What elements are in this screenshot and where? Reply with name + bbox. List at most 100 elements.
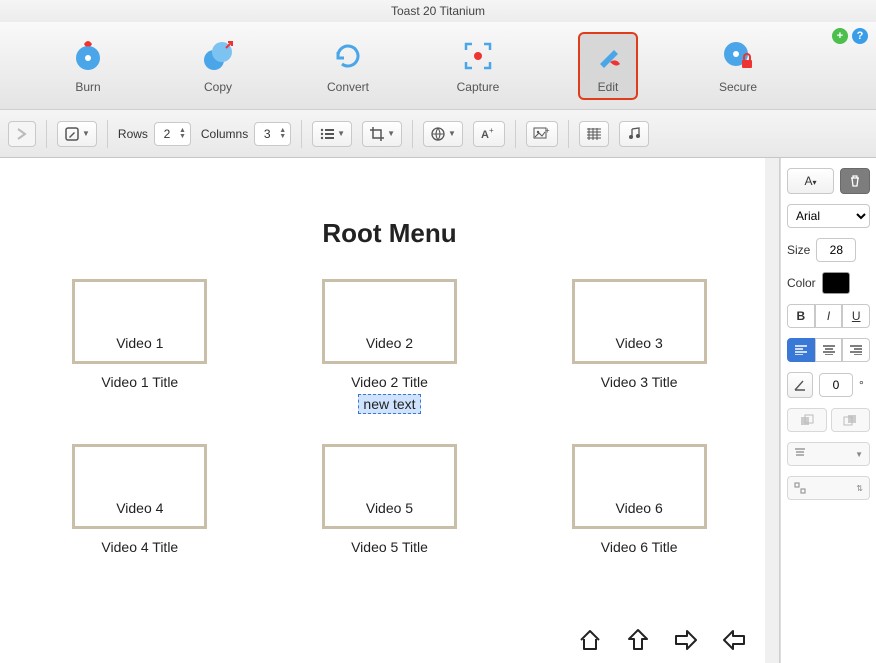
align-left-button[interactable] <box>787 338 815 362</box>
columns-control: Columns 3 ▲▼ <box>201 122 291 146</box>
add-text-button[interactable]: A+ <box>473 121 505 147</box>
main-toolbar: Burn Copy Convert Capture Edit Secure + … <box>0 22 876 110</box>
chevron-down-icon: ▼ <box>337 129 345 138</box>
font-style-segment: B I U <box>787 304 870 328</box>
vertical-align-select[interactable]: ▼ <box>787 442 870 466</box>
color-swatch[interactable] <box>822 272 850 294</box>
columns-stepper[interactable]: 3 ▲▼ <box>254 122 291 146</box>
video-title[interactable]: Video 3 Title <box>601 374 678 390</box>
burn-icon <box>70 38 106 74</box>
distribute-select[interactable]: ⇅ <box>787 476 870 500</box>
toolbar-copy[interactable]: Copy <box>188 38 248 94</box>
angle-icon-button[interactable] <box>787 372 813 398</box>
video-thumbnail[interactable]: Video 6 <box>572 444 707 529</box>
editing-text-box[interactable]: new text <box>358 394 420 414</box>
help-icon[interactable]: ? <box>852 28 868 44</box>
svg-text:+: + <box>489 127 494 135</box>
trash-icon <box>848 174 862 188</box>
music-button[interactable] <box>619 121 649 147</box>
add-icon[interactable]: + <box>832 28 848 44</box>
angle-unit: ° <box>859 378 864 392</box>
add-image-button[interactable]: + <box>526 121 558 147</box>
content-area: Root Menu Video 1 Video 1 Title Video 2 … <box>0 158 876 663</box>
angle-input[interactable] <box>819 373 853 397</box>
video-grid: Video 1 Video 1 Title Video 2 Video 2 Ti… <box>30 279 749 555</box>
titlebar: Toast 20 Titanium <box>0 0 876 22</box>
chevron-down-icon: ▼ <box>855 450 863 459</box>
italic-button[interactable]: I <box>815 304 843 328</box>
page-title[interactable]: Root Menu <box>30 218 749 249</box>
color-label: Color <box>787 276 816 290</box>
edit-icon <box>590 38 626 74</box>
rows-control: Rows 2 ▲▼ <box>118 122 191 146</box>
edit-menu-button[interactable]: ▼ <box>57 121 97 147</box>
svg-text:+: + <box>545 127 550 135</box>
video-title[interactable]: Video 5 Title <box>351 539 428 555</box>
bold-button[interactable]: B <box>787 304 815 328</box>
chevron-down-icon: ▼ <box>82 129 90 138</box>
nav-buttons <box>575 625 749 655</box>
crop-button[interactable]: ▼ <box>362 121 402 147</box>
grid-cell: Video 6 Video 6 Title <box>559 444 719 555</box>
font-size-input[interactable] <box>816 238 856 262</box>
video-thumbnail[interactable]: Video 2 <box>322 279 457 364</box>
nav-up-button[interactable] <box>623 625 653 655</box>
toolbar-burn[interactable]: Burn <box>58 38 118 94</box>
align-center-button[interactable] <box>815 338 843 362</box>
send-backward-button[interactable] <box>831 408 871 432</box>
video-title[interactable]: Video 4 Title <box>101 539 178 555</box>
grid-cell: Video 3 Video 3 Title <box>559 279 719 414</box>
toolbar-copy-label: Copy <box>204 80 232 94</box>
convert-icon <box>330 38 366 74</box>
toolbar-secure-label: Secure <box>719 80 757 94</box>
text-style-icon: A▾ <box>804 174 816 188</box>
inspector-panel: A▾ Arial Size Color B I U <box>780 158 876 663</box>
video-title[interactable]: Video 2 Title <box>351 374 428 390</box>
grid-cell: Video 5 Video 5 Title <box>310 444 470 555</box>
secondary-toolbar: ▼ Rows 2 ▲▼ Columns 3 ▲▼ ▼ ▼ ▼ A+ + <box>0 110 876 158</box>
toolbar-corner: + ? <box>832 28 868 44</box>
toolbar-convert[interactable]: Convert <box>318 38 378 94</box>
toolbar-edit[interactable]: Edit <box>578 32 638 100</box>
window-title: Toast 20 Titanium <box>391 4 485 18</box>
toolbar-capture[interactable]: Capture <box>448 38 508 94</box>
video-thumbnail[interactable]: Video 5 <box>322 444 457 529</box>
svg-text:A: A <box>481 129 489 141</box>
toolbar-edit-label: Edit <box>598 80 619 94</box>
rows-label: Rows <box>118 127 148 141</box>
toolbar-capture-label: Capture <box>457 80 500 94</box>
forward-button[interactable] <box>8 121 36 147</box>
scrollbar[interactable] <box>765 158 779 663</box>
font-family-select[interactable]: Arial <box>787 204 870 228</box>
nav-home-button[interactable] <box>575 625 605 655</box>
delete-style-button[interactable] <box>840 168 870 194</box>
text-style-button[interactable]: A▾ <box>787 168 834 194</box>
grid-cell: Video 4 Video 4 Title <box>60 444 220 555</box>
video-thumbnail[interactable]: Video 3 <box>572 279 707 364</box>
rows-stepper[interactable]: 2 ▲▼ <box>154 122 191 146</box>
copy-icon <box>200 38 236 74</box>
bring-forward-button[interactable] <box>787 408 827 432</box>
underline-button[interactable]: U <box>842 304 870 328</box>
video-title[interactable]: Video 1 Title <box>101 374 178 390</box>
toolbar-secure[interactable]: Secure <box>708 38 768 94</box>
chevron-down-icon: ▼ <box>387 129 395 138</box>
canvas[interactable]: Root Menu Video 1 Video 1 Title Video 2 … <box>0 158 780 663</box>
list-style-button[interactable]: ▼ <box>312 121 352 147</box>
valign-icon <box>794 448 806 460</box>
chevron-down-icon: ▼ <box>448 129 456 138</box>
grid-cell: Video 2 Video 2 Title new text <box>310 279 470 414</box>
globe-button[interactable]: ▼ <box>423 121 463 147</box>
video-title[interactable]: Video 6 Title <box>601 539 678 555</box>
alignment-segment <box>787 338 870 362</box>
nav-forward-button[interactable] <box>671 625 701 655</box>
nav-back-button[interactable] <box>719 625 749 655</box>
video-thumbnail[interactable]: Video 4 <box>72 444 207 529</box>
columns-label: Columns <box>201 127 248 141</box>
secure-icon <box>720 38 756 74</box>
video-thumbnail[interactable]: Video 1 <box>72 279 207 364</box>
capture-icon <box>460 38 496 74</box>
align-right-button[interactable] <box>842 338 870 362</box>
angle-icon <box>793 378 807 392</box>
texture-button[interactable] <box>579 121 609 147</box>
